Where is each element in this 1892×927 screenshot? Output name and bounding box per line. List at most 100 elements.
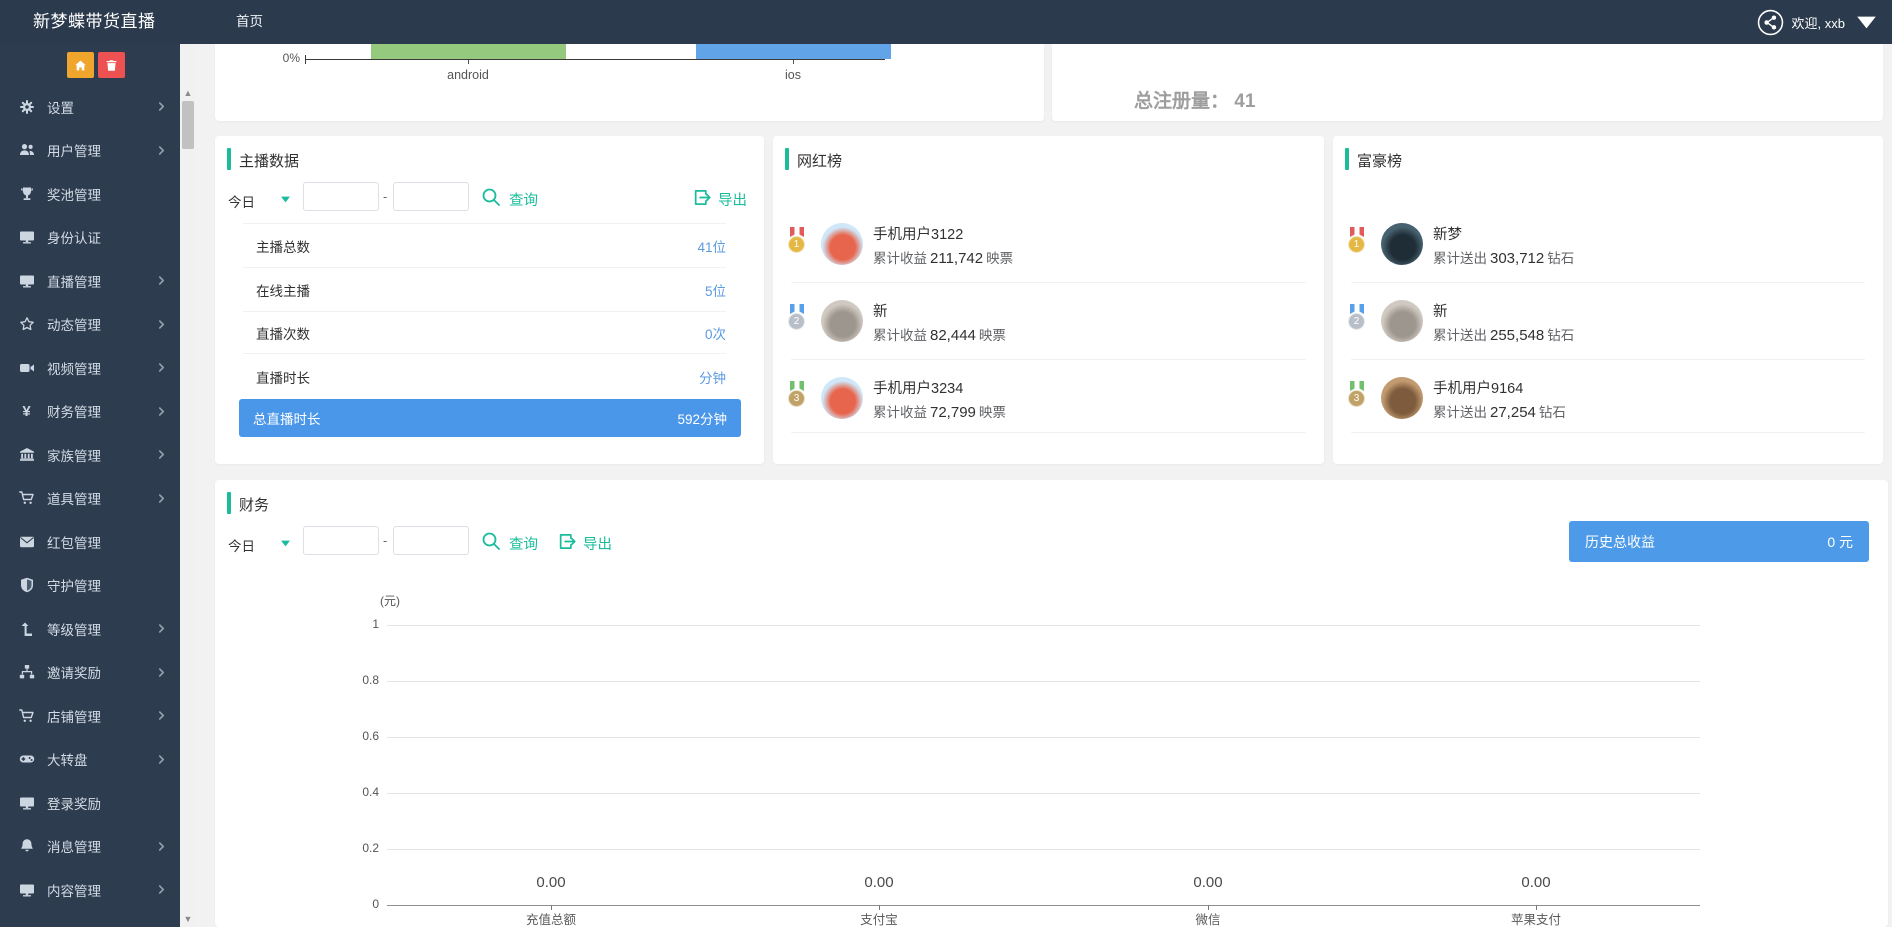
sidebar-item-11[interactable]: 守护管理 xyxy=(0,564,180,608)
search-icon[interactable] xyxy=(481,187,501,207)
range-separator: - xyxy=(383,189,387,204)
axis-start-tick xyxy=(305,55,306,64)
avatar xyxy=(821,300,863,342)
monitor-icon xyxy=(17,793,36,812)
medal-number: 3 xyxy=(788,390,805,407)
export-button[interactable]: 导出 xyxy=(718,189,747,210)
panel-title: 主播数据 xyxy=(239,150,299,171)
sidebar-item-label: 消息管理 xyxy=(47,836,101,856)
stat-amount: 72,799 xyxy=(930,404,976,421)
trophy-icon xyxy=(17,184,36,203)
date-preset-dropdown[interactable]: 今日 xyxy=(228,191,255,211)
rank-1-medal-icon: 1 xyxy=(786,227,808,261)
user-menu[interactable]: 欢迎, xxb xyxy=(1757,0,1880,44)
monitor-icon xyxy=(17,880,36,899)
stat-amount: 255,548 xyxy=(1490,327,1544,344)
sidebar-item-4[interactable]: 直播管理 xyxy=(0,259,180,303)
avatar xyxy=(821,377,863,419)
query-button[interactable]: 查询 xyxy=(509,189,538,210)
panel-title: 富豪榜 xyxy=(1357,150,1402,171)
medal-number: 3 xyxy=(1348,390,1365,407)
sidebar-item-2[interactable]: 奖池管理 xyxy=(0,172,180,216)
gridline xyxy=(387,625,1700,626)
sidebar-item-15[interactable]: 大转盘 xyxy=(0,738,180,782)
sidebar-item-6[interactable]: 视频管理 xyxy=(0,346,180,390)
sidebar-menu: 设置用户管理奖池管理身份认证直播管理动态管理视频管理¥财务管理家族管理道具管理红… xyxy=(0,85,180,912)
avatar xyxy=(821,223,863,265)
rank-user-name: 新梦 xyxy=(1433,223,1462,244)
sidebar-item-10[interactable]: 红包管理 xyxy=(0,520,180,564)
caret-down-icon[interactable] xyxy=(279,193,292,206)
stat-label: 累计送出 xyxy=(1433,251,1487,266)
data-label: 0.00 xyxy=(1461,874,1611,891)
sidebar-item-18[interactable]: 内容管理 xyxy=(0,868,180,912)
stat-unit: 映票 xyxy=(986,251,1013,266)
date-from-input[interactable] xyxy=(303,182,379,211)
rank-user-name: 手机用户3234 xyxy=(873,377,963,398)
sidebar-item-label: 登录奖励 xyxy=(47,793,101,813)
rank-entry-1: 1新梦累计送出303,712钻石 xyxy=(1333,222,1883,282)
category-label: 微信 xyxy=(1133,909,1283,927)
date-to-input[interactable] xyxy=(393,182,469,211)
stat-amount: 82,444 xyxy=(930,327,976,344)
rank-entry-3: 3 手机用户3234 累计收益72,799映票 xyxy=(773,376,1324,436)
total-live-duration-bar: 总直播时长 592分钟 xyxy=(239,399,741,437)
y-tick-label: 0.8 xyxy=(307,673,379,687)
trash-button[interactable] xyxy=(98,52,125,78)
scroll-up-icon[interactable]: ▲ xyxy=(180,85,196,100)
chevron-right-icon xyxy=(155,710,167,722)
sidebar-item-3[interactable]: 身份认证 xyxy=(0,216,180,260)
medal-number: 2 xyxy=(788,313,805,330)
category-label: 苹果支付 xyxy=(1461,909,1611,927)
sidebar-item-7[interactable]: ¥财务管理 xyxy=(0,390,180,434)
chevron-right-icon xyxy=(155,492,167,504)
stat-label: 直播时长 xyxy=(256,367,310,387)
sidebar-item-5[interactable]: 动态管理 xyxy=(0,303,180,347)
sidebar-scrollbar[interactable]: ▲ ▼ xyxy=(180,44,196,927)
sidebar-item-label: 财务管理 xyxy=(47,401,101,421)
highlight-value: 592分钟 xyxy=(677,408,727,428)
sidebar-item-16[interactable]: 登录奖励 xyxy=(0,781,180,825)
anchor-stat-row: 在线主播5位 xyxy=(243,267,726,311)
anchor-stat-row: 直播时长分钟 xyxy=(243,353,726,399)
stat-unit: 映票 xyxy=(979,328,1006,343)
rank-entry-2: 2新累计送出255,548钻石 xyxy=(1333,299,1883,359)
chevron-right-icon xyxy=(155,449,167,461)
video-icon xyxy=(17,358,36,377)
anchor-stat-row: 直播次数0次 xyxy=(243,311,726,353)
anchor-data-panel: 主播数据 今日 - 查询 导出 主播总数41位在线主播5位直播次数0次直播时长分… xyxy=(215,136,764,464)
stat-value: 5位 xyxy=(705,280,726,300)
rank-entry-3: 3手机用户9164累计送出27,254钻石 xyxy=(1333,376,1883,436)
sidebar-item-17[interactable]: 消息管理 xyxy=(0,825,180,869)
rank-3-medal-icon: 3 xyxy=(786,381,808,415)
share-circle-icon[interactable] xyxy=(1757,9,1784,36)
sidebar-item-label: 红包管理 xyxy=(47,532,101,552)
avatar xyxy=(1381,377,1423,419)
scrollbar-thumb[interactable] xyxy=(182,101,194,149)
nav-home[interactable]: 首页 xyxy=(236,0,263,44)
cart-icon xyxy=(17,489,36,508)
rank-separator xyxy=(1351,432,1865,433)
rich-rank-panel: 富豪榜 1新梦累计送出303,712钻石2新累计送出255,548钻石3手机用户… xyxy=(1333,136,1883,464)
sidebar-item-13[interactable]: 邀请奖励 xyxy=(0,651,180,695)
sidebar-item-1[interactable]: 用户管理 xyxy=(0,129,180,173)
gridline xyxy=(387,849,1700,850)
envelope-icon xyxy=(17,532,36,551)
sidebar-item-8[interactable]: 家族管理 xyxy=(0,433,180,477)
highlight-label: 总直播时长 xyxy=(253,408,321,428)
sidebar-item-label: 内容管理 xyxy=(47,880,101,900)
stat-label: 直播次数 xyxy=(256,323,310,343)
sidebar-item-12[interactable]: 等级管理 xyxy=(0,607,180,651)
stat-label: 累计送出 xyxy=(1433,405,1487,420)
cart-icon xyxy=(17,706,36,725)
stat-label: 累计收益 xyxy=(873,251,927,266)
sidebar-item-14[interactable]: 店铺管理 xyxy=(0,694,180,738)
home-button[interactable] xyxy=(67,52,94,78)
export-icon[interactable] xyxy=(693,188,712,207)
sidebar-item-0[interactable]: 设置 xyxy=(0,85,180,129)
scroll-down-icon[interactable]: ▼ xyxy=(180,911,196,926)
rank-user-stat: 累计收益72,799映票 xyxy=(873,401,1006,421)
stat-unit: 映票 xyxy=(979,405,1006,420)
chevron-right-icon xyxy=(155,840,167,852)
sidebar-item-9[interactable]: 道具管理 xyxy=(0,477,180,521)
